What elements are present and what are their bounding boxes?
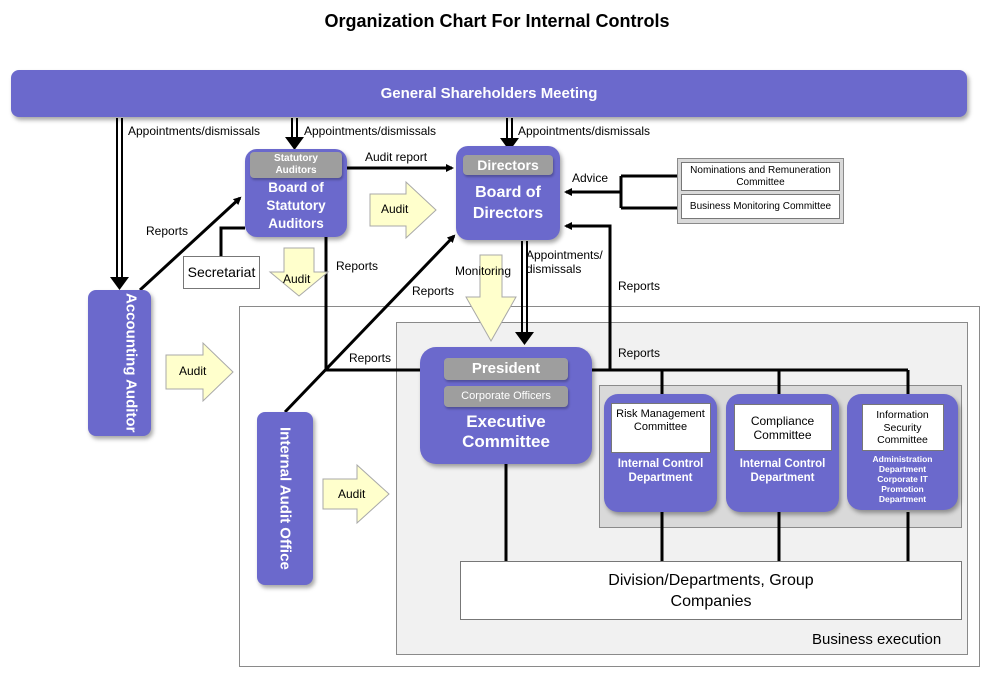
edge-committees-reports	[574, 366, 910, 395]
label-audit-accounting: Audit	[179, 364, 207, 378]
accounting-auditor-label: Accounting Auditor	[122, 293, 140, 433]
label-reports-acct: Reports	[146, 224, 189, 238]
statutory-auditors-tag: Statutory Auditors	[250, 152, 342, 178]
accounting-auditor-node: Accounting Auditor	[88, 290, 151, 436]
corporate-officers-tag: Corporate Officers	[444, 386, 568, 407]
department-card-compliance: Compliance Committee Internal Control De…	[726, 394, 839, 512]
label-reports-iao-president: Reports	[349, 351, 392, 365]
label-reports-committees-directors: Reports	[618, 279, 661, 293]
label-appt-president-1: Appointments/	[526, 248, 603, 262]
information-security-committee: Information Security Committee	[861, 404, 944, 451]
label-appt-directors: Appointments/dismissals	[518, 124, 651, 138]
label-audit-statutory-down: Audit	[283, 272, 311, 286]
directors-board-title: Board of Directors	[472, 184, 544, 222]
directors-tag: Directors	[463, 155, 553, 175]
division-group-companies-node: Division/Departments, Group Companies	[460, 561, 962, 620]
edge-gsm-to-statutory-auditors	[285, 118, 304, 150]
general-shareholders-meeting-node: General Shareholders Meeting	[11, 70, 967, 117]
statutory-board-title: Board of Statutory Auditors	[266, 180, 326, 231]
compliance-department-label: Internal Control Department	[739, 458, 826, 484]
secretariat-node: Secretariat	[183, 256, 260, 289]
label-advice: Advice	[572, 171, 609, 185]
infosec-department-label: Administration Department Corporate IT P…	[872, 454, 933, 504]
division-group-label: Division/Departments, Group Companies	[608, 571, 814, 610]
label-appt-president-2: dismissals	[526, 262, 582, 276]
label-reports-committees-president: Reports	[618, 346, 661, 360]
business-monitoring-committee: Business Monitoring Committee	[681, 194, 840, 219]
risk-management-committee: Risk Management Committee	[610, 403, 711, 453]
label-monitoring: Monitoring	[455, 264, 512, 278]
label-appt-accounting: Appointments/dismissals	[128, 124, 261, 138]
compliance-committee: Compliance Committee	[733, 404, 832, 451]
gsm-label: General Shareholders Meeting	[380, 85, 598, 102]
risk-department-label: Internal Control Department	[617, 458, 704, 484]
nominations-remuneration-committee: Nominations and Remuneration Committee	[681, 162, 840, 191]
internal-audit-office-label: Internal Audit Office	[276, 427, 294, 570]
label-appt-statutory: Appointments/dismissals	[304, 124, 437, 138]
internal-audit-office-node: Internal Audit Office	[257, 412, 313, 585]
edge-secretariat	[219, 226, 245, 256]
board-of-statutory-auditors-node: Statutory Auditors Board of Statutory Au…	[245, 149, 347, 237]
label-audit-statutory-directors: Audit	[381, 202, 409, 216]
label-reports-iao-statutory: Reports	[336, 259, 379, 273]
executive-committee-title: Executive Committee	[462, 412, 550, 451]
edge-gsm-to-accounting-auditor	[110, 118, 129, 290]
advisory-committees-panel: Nominations and Remuneration Committee B…	[677, 158, 844, 224]
label-reports-iao-directors: Reports	[412, 284, 455, 298]
executive-committee-node: President Corporate Officers Executive C…	[420, 347, 592, 464]
board-of-directors-node: Directors Board of Directors	[456, 146, 560, 240]
label-audit-iao: Audit	[338, 487, 366, 501]
label-audit-report: Audit report	[365, 150, 428, 164]
department-card-risk: Risk Management Committee Internal Contr…	[604, 394, 717, 512]
department-card-infosec: Information Security Committee Administr…	[847, 394, 958, 510]
president-tag: President	[444, 358, 568, 380]
